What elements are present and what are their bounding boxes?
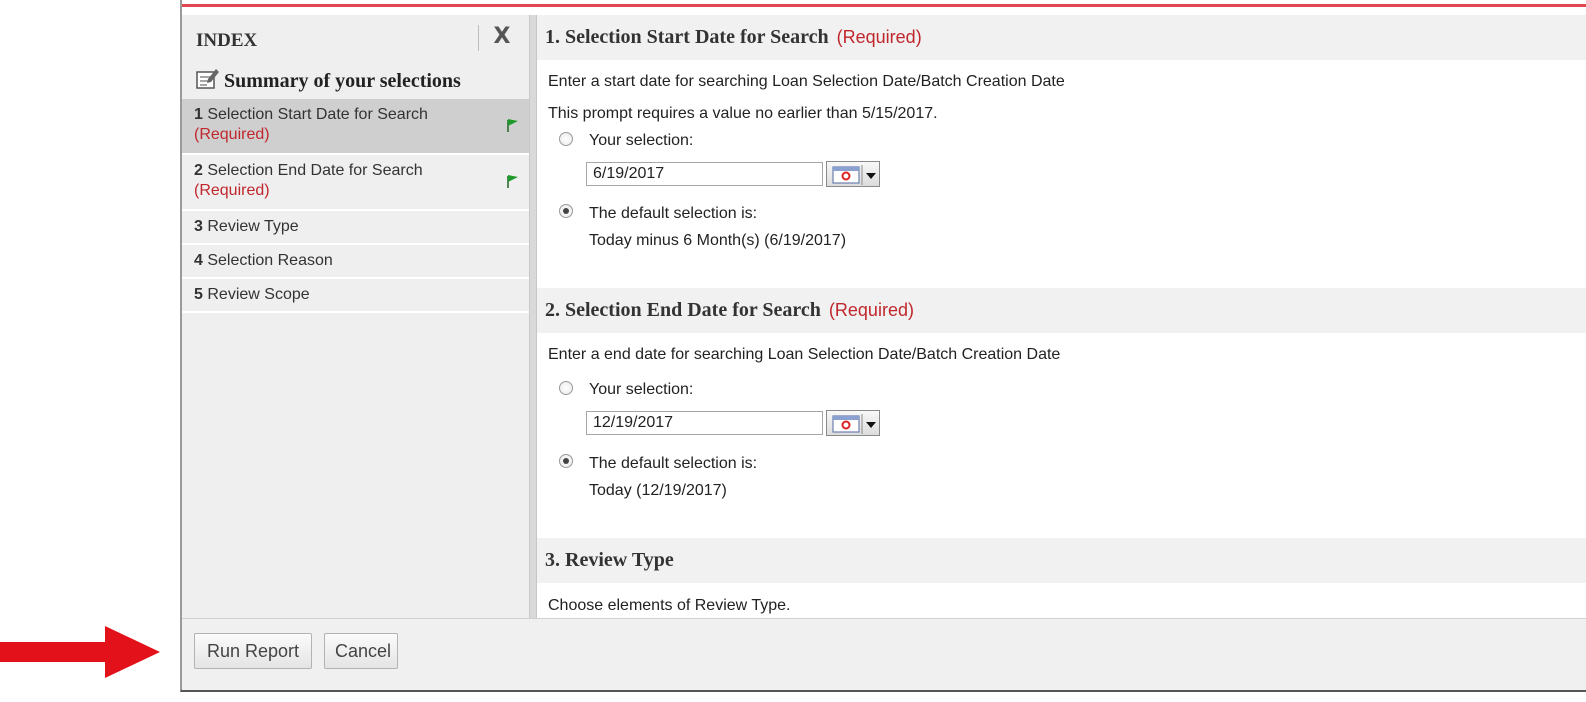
start-date-input[interactable] — [586, 162, 823, 186]
default-selection-radio[interactable] — [559, 204, 573, 218]
sidebar-item-number: 1 — [194, 106, 203, 123]
calendar-icon — [832, 414, 876, 434]
default-selection-label: The default selection is: — [589, 455, 758, 472]
prompt-dialog: INDEX X Summary of your selections 1 Sel… — [180, 0, 1586, 692]
section-description: Enter a start date for searching Loan Se… — [548, 73, 1065, 90]
required-tag: (Required) — [194, 182, 270, 199]
required-tag: (Required) — [836, 27, 922, 47]
summary-of-selections[interactable]: Summary of your selections — [182, 61, 529, 99]
section-header-end-date: 2. Selection End Date for Search (Require… — [537, 288, 1586, 333]
section-title: 3. Review Type — [545, 549, 674, 571]
sidebar-item-label: Selection Reason — [207, 252, 333, 269]
index-title: INDEX — [196, 30, 258, 51]
prompt-content: 1. Selection Start Date for Search (Requi… — [537, 15, 1586, 618]
default-selection-label: The default selection is: — [589, 205, 758, 222]
sidebar-item-number: 2 — [194, 162, 203, 179]
constraint-text: This prompt requires a value no earlier … — [548, 105, 938, 122]
section-title: 1. Selection Start Date for Search — [545, 26, 829, 48]
section-description: Enter a end date for searching Loan Sele… — [548, 346, 1061, 363]
header-divider — [478, 25, 479, 51]
dialog-footer: Run Report Cancel — [182, 618, 1586, 690]
section-description: Choose elements of Review Type. — [548, 597, 791, 614]
calendar-picker-button[interactable] — [826, 410, 880, 436]
sidebar-item-selection-start-date[interactable]: 1 Selection Start Date for Search (Requi… — [182, 99, 529, 155]
section-body-end-date: Enter a end date for searching Loan Sele… — [537, 333, 1586, 538]
run-report-button[interactable]: Run Report — [194, 633, 312, 669]
sidebar-item-label: Selection Start Date for Search — [207, 106, 428, 123]
calendar-icon — [832, 165, 876, 185]
section-header-review-type: 3. Review Type — [537, 538, 1586, 583]
edit-note-icon — [196, 69, 219, 89]
close-icon[interactable]: X — [488, 23, 516, 51]
sidebar-item-number: 3 — [194, 218, 203, 235]
your-selection-radio[interactable] — [559, 132, 573, 146]
default-selection-value: Today minus 6 Month(s) (6/19/2017) — [589, 232, 847, 249]
pane-splitter[interactable] — [530, 15, 537, 618]
index-sidebar: INDEX X Summary of your selections 1 Sel… — [182, 15, 530, 618]
your-selection-radio[interactable] — [559, 381, 573, 395]
sidebar-item-selection-reason[interactable]: 4 Selection Reason — [182, 245, 529, 279]
required-tag: (Required) — [194, 126, 270, 143]
sidebar-item-number: 5 — [194, 286, 203, 303]
required-tag: (Required) — [828, 300, 914, 320]
sidebar-item-selection-end-date[interactable]: 2 Selection End Date for Search (Require… — [182, 155, 529, 211]
default-selection-value: Today (12/19/2017) — [589, 482, 727, 499]
sidebar-item-label: Review Type — [207, 218, 299, 235]
red-arrow-icon — [0, 626, 160, 678]
calendar-picker-button[interactable] — [826, 161, 880, 187]
sidebar-item-label: Review Scope — [207, 286, 310, 303]
default-selection-radio[interactable] — [559, 454, 573, 468]
flag-icon — [507, 175, 518, 188]
top-accent-line — [182, 4, 1586, 7]
section-body-review-type: Choose elements of Review Type. — [537, 583, 1586, 618]
sidebar-item-review-type[interactable]: 3 Review Type — [182, 211, 529, 245]
cancel-button[interactable]: Cancel — [324, 633, 398, 669]
section-title: 2. Selection End Date for Search — [545, 299, 821, 321]
sidebar-item-review-scope[interactable]: 5 Review Scope — [182, 279, 529, 313]
section-header-start-date: 1. Selection Start Date for Search (Requi… — [537, 15, 1586, 60]
section-body-start-date: Enter a start date for searching Loan Se… — [537, 60, 1586, 288]
index-header: INDEX X — [182, 15, 529, 61]
flag-icon — [507, 119, 518, 132]
your-selection-label: Your selection: — [589, 381, 694, 398]
your-selection-label: Your selection: — [589, 132, 694, 149]
sidebar-item-label: Selection End Date for Search — [207, 162, 423, 179]
end-date-input[interactable] — [586, 411, 823, 435]
summary-label: Summary of your selections — [224, 70, 461, 92]
sidebar-item-number: 4 — [194, 252, 203, 269]
